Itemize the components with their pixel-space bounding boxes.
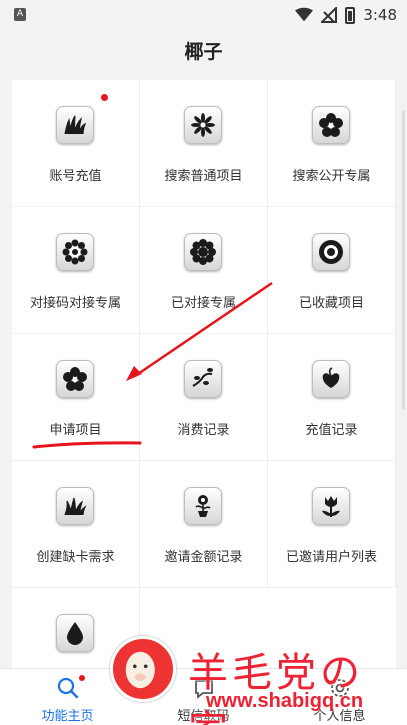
grass-tuft-icon — [56, 487, 94, 525]
grid-item-label: 已收藏项目 — [298, 296, 364, 311]
grid-item[interactable]: 搜索普通项目 — [140, 80, 268, 207]
tab-label: 功能主页 — [41, 709, 94, 724]
cell-signal-off-icon — [321, 7, 338, 23]
grid-item[interactable]: 创建缺卡需求 — [12, 461, 140, 588]
grid-item-label: 对接码对接专属 — [29, 296, 121, 311]
notification-badge — [101, 94, 108, 101]
grid-item[interactable]: 已对接专属 — [140, 207, 268, 334]
function-grid: 账号充值 搜索普通项目 搜索公开专属对接码对接专属 已对接专属 已收藏项目申请项目 消费记… — [12, 80, 396, 668]
grass-icon — [56, 106, 94, 144]
status-bar: A 3:48 — [0, 0, 407, 30]
clover-flower-icon — [56, 360, 94, 398]
sun-ring-icon — [312, 233, 350, 271]
grid-item[interactable]: 邀请金额记录 — [140, 461, 268, 588]
grid-item[interactable]: 账号充值 — [12, 80, 140, 207]
search-icon — [57, 677, 79, 699]
grid-item[interactable]: 已邀请用户列表 — [268, 461, 396, 588]
grid-item[interactable]: 对接码对接专属 — [12, 207, 140, 334]
app-bar: 椰子 — [0, 30, 407, 76]
grid-item[interactable]: 申请项目 — [12, 334, 140, 461]
grid-item[interactable]: 充值记录 — [268, 334, 396, 461]
tab-home[interactable]: 功能主页 — [0, 669, 135, 725]
wifi-icon — [295, 7, 314, 22]
star-flower-icon — [184, 106, 222, 144]
sms-icon — [195, 680, 213, 699]
tab-label: 个人信息 — [313, 709, 366, 724]
tab-profile[interactable]: 个人信息 — [272, 669, 407, 725]
status-time: 3:48 — [363, 6, 397, 24]
grid-item-label: 邀请金额记录 — [164, 550, 243, 565]
grid-item-label: 已邀请用户列表 — [285, 550, 377, 565]
grid-item[interactable]: 搜索公开专属 — [268, 80, 396, 207]
grid-item-label: 搜索公开专属 — [292, 169, 371, 184]
daisy-icon — [56, 233, 94, 271]
grid-item[interactable]: 已收藏项目 — [268, 207, 396, 334]
water-drop-icon — [56, 614, 94, 652]
sunflower-icon — [184, 233, 222, 271]
gear-icon — [331, 679, 349, 697]
tab-sms[interactable]: 短信取码 — [136, 669, 271, 725]
scroll-thumb[interactable] — [402, 110, 405, 410]
grid-item-label: 申请项目 — [49, 423, 102, 438]
grid-item-label: 搜索普通项目 — [164, 169, 243, 184]
grid-item[interactable] — [12, 588, 140, 668]
grid-item-label: 创建缺卡需求 — [36, 550, 115, 565]
grid-item-label: 已对接专属 — [170, 296, 236, 311]
tab-label: 短信取码 — [177, 709, 230, 724]
status-icons: 3:48 — [295, 4, 397, 26]
notification-app-icon: A — [14, 8, 26, 21]
tulip-icon — [312, 487, 350, 525]
tab-badge — [79, 675, 85, 681]
battery-charging-icon — [345, 6, 356, 24]
grid-item-label: 充值记录 — [305, 423, 358, 438]
flower-pot-icon — [184, 487, 222, 525]
grid-item[interactable]: 消费记录 — [140, 334, 268, 461]
grid-item-label: 消费记录 — [177, 423, 230, 438]
five-petal-flower-icon — [312, 106, 350, 144]
bottom-nav: 功能主页 短信取码 个人信息 — [0, 668, 407, 725]
grid-item-label: 账号充值 — [49, 169, 102, 184]
vine-icon — [184, 360, 222, 398]
scrollbar[interactable] — [396, 80, 407, 668]
page-title: 椰子 — [184, 41, 223, 63]
leaf-heart-icon — [312, 360, 350, 398]
